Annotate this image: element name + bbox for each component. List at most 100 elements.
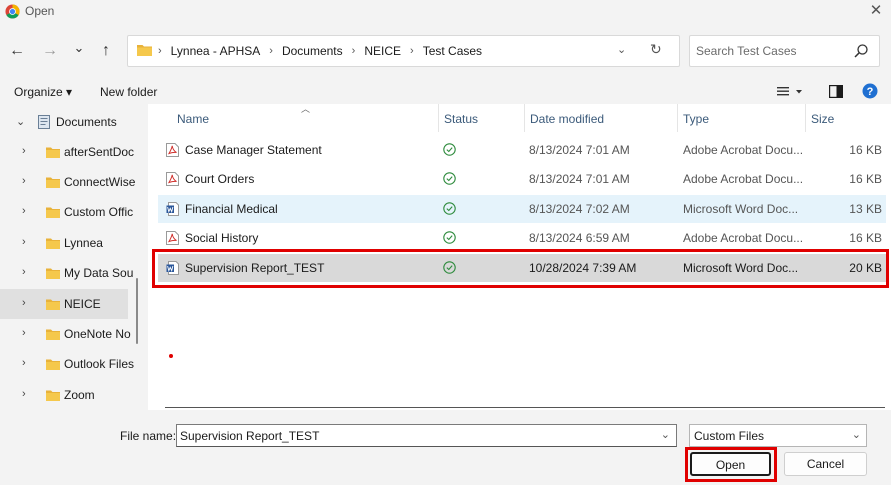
sidebar-item-label: OneNote No <box>64 327 131 341</box>
sidebar-item-aftersentdoc[interactable]: › afterSentDoc <box>0 137 134 167</box>
column-header-name[interactable]: Name <box>177 112 209 126</box>
close-icon[interactable]: ✕ <box>866 2 886 20</box>
address-bar[interactable]: › Lynnea - APHSA › Documents › NEICE › T… <box>127 35 680 67</box>
pdf-icon <box>166 231 179 245</box>
sidebar-item-neice[interactable]: › NEICE <box>0 289 128 319</box>
file-row[interactable]: Social History 8/13/2024 6:59 AM Adobe A… <box>158 224 886 252</box>
file-type: Adobe Acrobat Docu... <box>683 172 804 186</box>
folder-icon <box>46 177 60 188</box>
navigation-pane: ⌄ Documents › afterSentDoc › ConnectWise… <box>0 106 140 410</box>
window-title: Open <box>25 4 55 18</box>
chevron-right-icon[interactable]: › <box>22 266 26 278</box>
chevron-right-icon[interactable]: › <box>22 357 26 369</box>
sidebar-item-label: Documents <box>56 115 117 129</box>
file-date-modified: 8/13/2024 7:02 AM <box>529 202 630 216</box>
sidebar-item-onenote-notebooks[interactable]: › OneNote No <box>0 319 131 349</box>
column-header-date-modified[interactable]: Date modified <box>530 112 604 126</box>
chevron-right-icon[interactable]: › <box>22 175 26 187</box>
sidebar-item-zoom[interactable]: › Zoom <box>0 380 128 410</box>
sidebar-item-custom-office[interactable]: › Custom Offic <box>0 197 133 227</box>
sidebar-item-my-data-sources[interactable]: › My Data Sou <box>0 258 133 288</box>
file-row[interactable]: Court Orders 8/13/2024 7:01 AM Adobe Acr… <box>158 165 886 193</box>
recent-locations-chevron-icon[interactable]: ⌄ <box>69 38 89 58</box>
help-icon[interactable]: ? <box>862 83 878 99</box>
breadcrumb-item-lynnea-aphsa[interactable]: Lynnea - APHSA <box>171 44 261 58</box>
sidebar-item-label: Lynnea <box>64 236 103 250</box>
folder-icon <box>137 45 152 56</box>
file-type-filter-value: Custom Files <box>694 429 765 443</box>
cancel-button[interactable]: Cancel <box>784 452 867 476</box>
folder-icon <box>46 147 60 158</box>
column-header-status[interactable]: Status <box>444 112 478 126</box>
pdf-icon <box>166 143 179 157</box>
search-icon[interactable] <box>853 43 869 59</box>
column-divider[interactable] <box>677 104 678 132</box>
new-folder-button[interactable]: New folder <box>100 85 157 99</box>
title-bar: Open ✕ <box>0 0 891 24</box>
breadcrumb-separator: › <box>351 45 356 57</box>
file-size: 13 KB <box>849 202 882 216</box>
sync-status-ok-icon <box>443 172 456 185</box>
chevron-right-icon[interactable]: › <box>22 145 26 157</box>
breadcrumb-item-test-cases[interactable]: Test Cases <box>423 44 482 58</box>
sync-status-ok-icon <box>443 143 456 156</box>
file-type: Adobe Acrobat Docu... <box>683 231 804 245</box>
sidebar-item-connectwise[interactable]: › ConnectWise <box>0 167 135 197</box>
chevron-right-icon[interactable]: › <box>22 388 26 400</box>
chrome-icon <box>5 4 20 19</box>
open-button-highlight-box <box>685 447 777 482</box>
chevron-right-icon[interactable]: › <box>22 297 26 309</box>
address-dropdown-icon[interactable]: ⌄ <box>617 43 626 56</box>
breadcrumb-item-documents[interactable]: Documents <box>282 44 343 58</box>
sidebar-item-documents[interactable]: ⌄ Documents <box>0 107 128 137</box>
refresh-icon[interactable]: ↻ <box>650 41 662 58</box>
file-type: Adobe Acrobat Docu... <box>683 143 804 157</box>
filename-input[interactable] <box>180 429 650 443</box>
up-arrow-icon[interactable]: ↑ <box>96 41 116 61</box>
selected-file-highlight-box <box>152 249 889 288</box>
documents-library-icon <box>38 115 50 129</box>
file-name: Court Orders <box>185 172 255 186</box>
back-arrow-icon[interactable]: ← <box>7 41 27 61</box>
filename-combobox[interactable]: ⌄ <box>176 424 677 447</box>
chevron-down-icon[interactable]: ⌄ <box>661 428 670 441</box>
file-row[interactable]: Case Manager Statement 8/13/2024 7:01 AM… <box>158 136 886 164</box>
chevron-right-icon[interactable]: › <box>22 327 26 339</box>
search-input[interactable] <box>696 44 846 58</box>
column-divider[interactable] <box>805 104 806 132</box>
breadcrumb-separator: › <box>158 45 162 57</box>
file-row[interactable]: Financial Medical 8/13/2024 7:02 AM Micr… <box>158 195 886 223</box>
sidebar-item-label: Custom Offic <box>64 205 134 219</box>
chevron-down-icon[interactable]: ⌄ <box>852 428 861 441</box>
breadcrumb-item-neice[interactable]: NEICE <box>364 44 401 58</box>
file-name: Case Manager Statement <box>185 143 322 157</box>
column-divider[interactable] <box>524 104 525 132</box>
filename-label: File name: <box>120 429 177 443</box>
folder-icon <box>46 359 60 370</box>
view-options-icon[interactable] <box>777 86 803 98</box>
sidebar-item-lynnea[interactable]: › Lynnea <box>0 228 128 258</box>
sync-status-ok-icon <box>443 231 456 244</box>
sidebar-item-label: afterSentDoc <box>64 145 135 159</box>
file-type: Microsoft Word Doc... <box>683 202 799 216</box>
svg-text:?: ? <box>867 86 874 98</box>
folder-icon <box>46 299 60 310</box>
chevron-right-icon[interactable]: › <box>22 205 26 217</box>
file-type-filter-select[interactable]: Custom Files ⌄ <box>689 424 867 447</box>
search-box[interactable] <box>689 35 880 67</box>
folder-icon <box>46 238 60 249</box>
chevron-down-icon[interactable]: ⌄ <box>16 115 25 128</box>
breadcrumb: › Lynnea - APHSA › Documents › NEICE › T… <box>158 44 482 58</box>
forward-arrow-icon[interactable]: → <box>40 41 60 61</box>
file-date-modified: 8/13/2024 7:01 AM <box>529 172 630 186</box>
organize-button[interactable]: Organize ▾ <box>14 85 72 99</box>
column-header-type[interactable]: Type <box>683 112 709 126</box>
navigation-scrollbar[interactable] <box>136 278 138 344</box>
preview-pane-icon[interactable] <box>829 85 843 98</box>
sidebar-item-outlook-files[interactable]: › Outlook Files <box>0 349 134 379</box>
column-header-size[interactable]: Size <box>811 112 834 126</box>
folder-icon <box>46 268 60 279</box>
file-size: 16 KB <box>849 231 882 245</box>
column-divider[interactable] <box>438 104 439 132</box>
chevron-right-icon[interactable]: › <box>22 236 26 248</box>
